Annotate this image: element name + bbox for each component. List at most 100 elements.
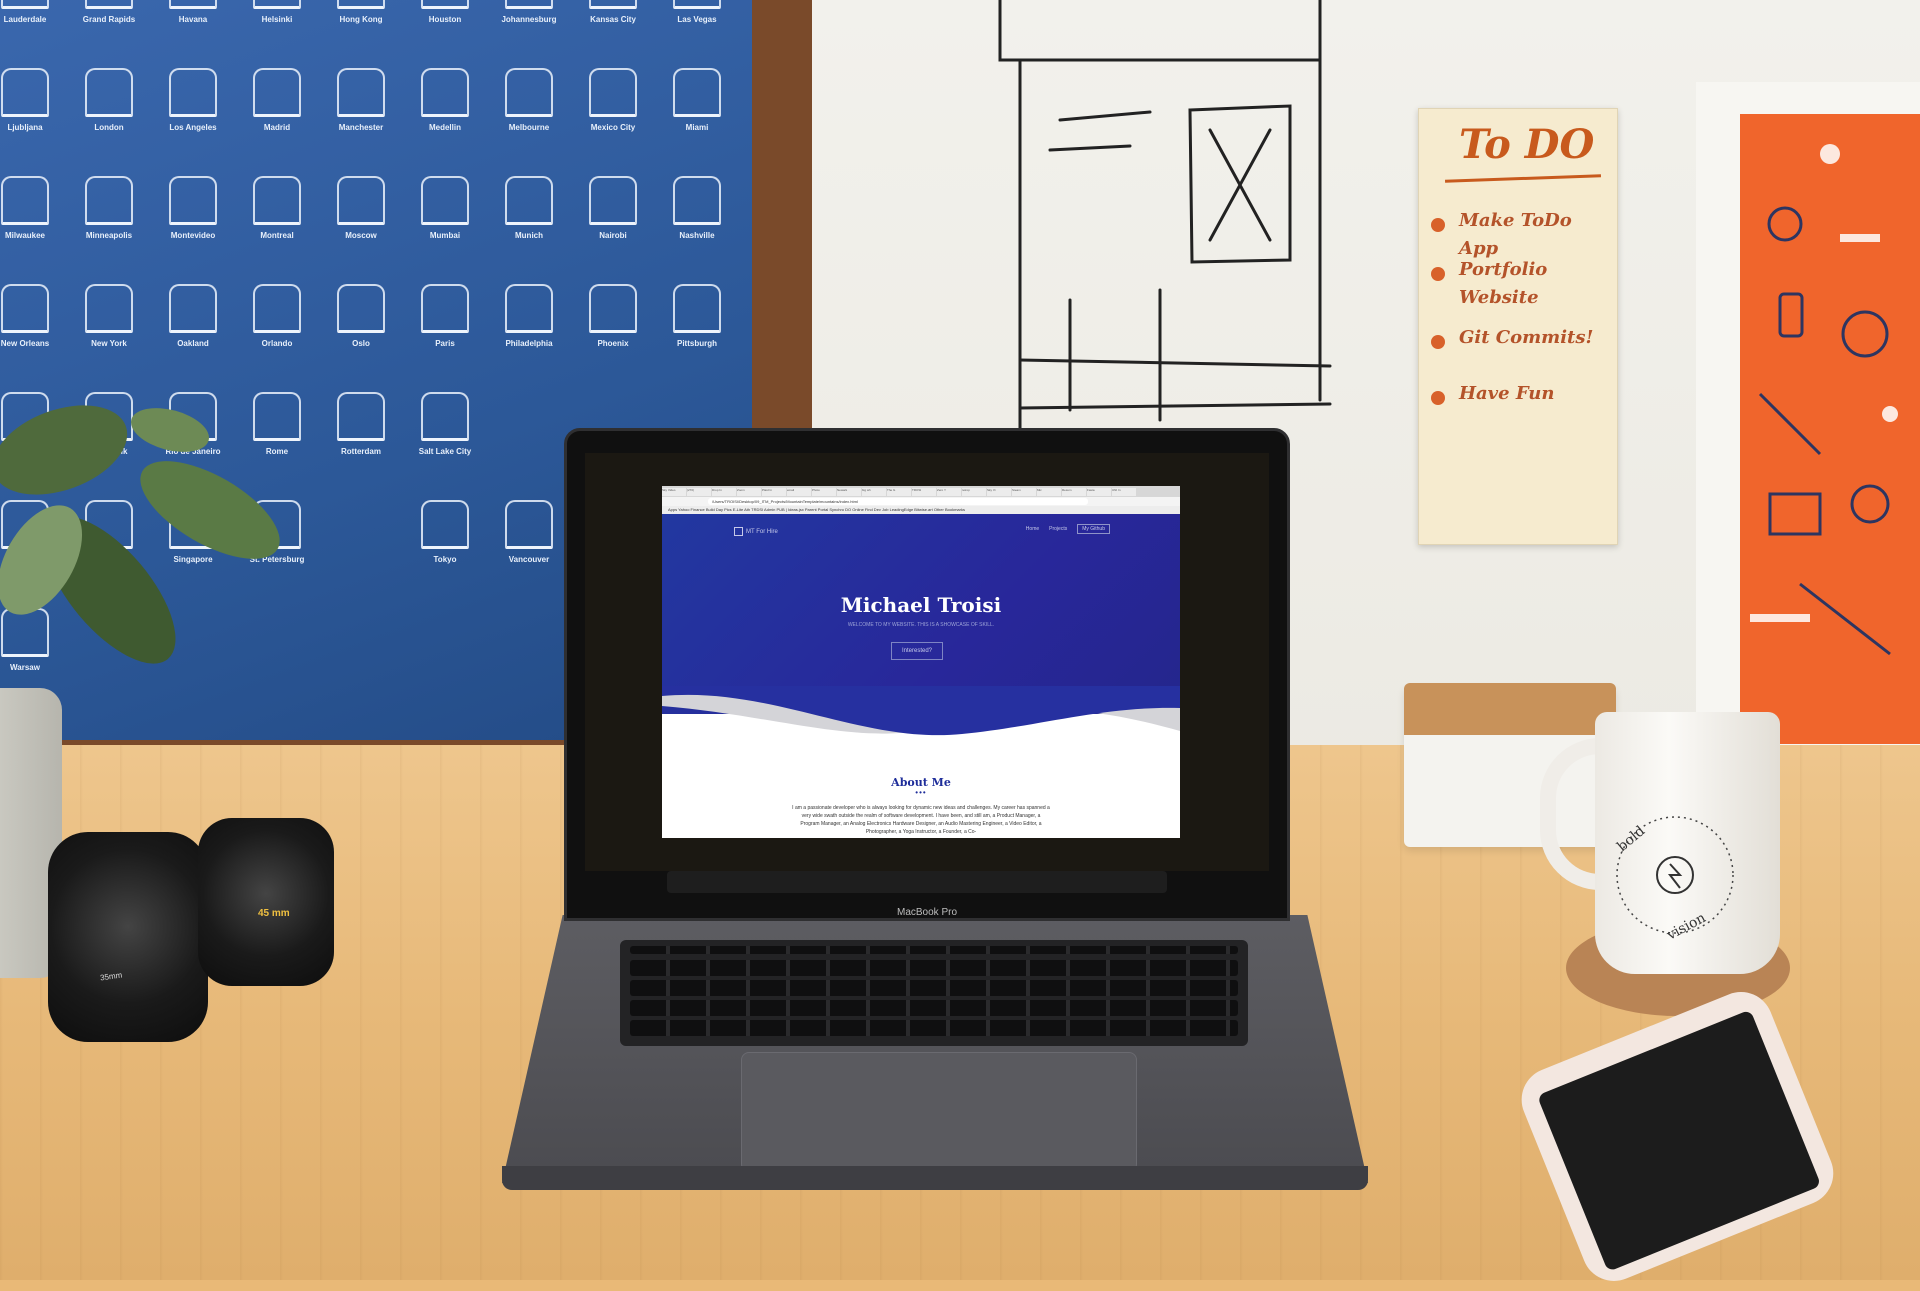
poster-city: Nairobi [568, 176, 658, 240]
landmark-icon [337, 0, 385, 9]
site-brand[interactable]: MT For Hire [734, 527, 778, 536]
poster-city: Tokyo [400, 500, 490, 564]
city-name: Lauderdale [3, 15, 47, 24]
landmark-icon [505, 0, 553, 9]
landmark-icon [505, 176, 553, 225]
browser-tab[interactable]: Sky Vi [987, 488, 1011, 496]
poster-city: Pittsburgh [652, 284, 742, 348]
browser-tab[interactable]: retrop [962, 488, 986, 496]
landmark-icon [505, 284, 553, 333]
mug-logo: bold vision [1614, 816, 1734, 944]
nav-github[interactable]: My Github [1077, 524, 1110, 534]
poster-city: Manchester [316, 68, 406, 132]
hero-subtitle: WELCOME TO MY WEBSITE. THIS IS A SHOWCAS… [847, 622, 995, 628]
poster-city: Rotterdam [316, 392, 406, 456]
browser-tab[interactable]: Resum [1062, 488, 1086, 496]
city-name: Moscow [345, 231, 377, 240]
browser-tab[interactable]: email [787, 488, 811, 496]
poster-city: Helsinki [232, 0, 322, 24]
city-name: Nairobi [599, 231, 627, 240]
browser-tab[interactable]: (270) [687, 488, 711, 496]
macos-dock [667, 871, 1167, 893]
interested-button[interactable]: Interested? [891, 642, 943, 660]
trackpad[interactable] [741, 1052, 1137, 1172]
mug-logo-text: vision [1663, 910, 1708, 944]
camera-lens [198, 818, 334, 986]
browser-tab[interactable]: big wh [862, 488, 886, 496]
browser-tab[interactable]: Newark [837, 488, 861, 496]
landmark-icon [337, 68, 385, 117]
poster-city: Medellin [400, 68, 490, 132]
city-name: Grand Rapids [82, 15, 136, 24]
browser-tab[interactable]: Photo [812, 488, 836, 496]
poster-city: Melbourne [484, 68, 574, 132]
browser-tab[interactable]: Sky Video [662, 488, 686, 496]
poster-city: Los Angeles [148, 68, 238, 132]
key-row [630, 1000, 1238, 1016]
poster-city: Orlando [232, 284, 322, 348]
landmark-icon [85, 284, 133, 333]
landmark-icon [337, 392, 385, 441]
browser-tab[interactable]: Plaid In [762, 488, 786, 496]
poster-city: Paris [400, 284, 490, 348]
poster-city: Miami [652, 68, 742, 132]
poster-city: Mexico City [568, 68, 658, 132]
city-name: Tokyo [433, 555, 457, 564]
city-name: Nashville [679, 231, 715, 240]
city-name: New York [91, 339, 127, 348]
landmark-icon [337, 284, 385, 333]
city-name: Orlando [261, 339, 293, 348]
nav-home[interactable]: Home [1026, 526, 1039, 534]
bullet-icon [1431, 218, 1445, 232]
city-name: Montevideo [170, 231, 216, 240]
bullet-icon [1431, 335, 1445, 349]
city-name: Melbourne [508, 123, 550, 132]
poster-city: Ljubljana [0, 68, 70, 132]
poster-city: Hong Kong [316, 0, 406, 24]
poster-city: Nashville [652, 176, 742, 240]
key-row [630, 980, 1238, 996]
landmark-icon [169, 68, 217, 117]
url-input[interactable]: /Users/TROISI/Desktop/09_ITM_Projects/Mo… [708, 498, 1088, 505]
landmark-icon [1, 176, 49, 225]
city-name: Vancouver [508, 555, 550, 564]
poster-city: Munich [484, 176, 574, 240]
site-nav: Home Projects My Github [1026, 524, 1110, 534]
city-name: Los Angeles [169, 123, 217, 132]
nav-projects[interactable]: Projects [1049, 526, 1067, 534]
browser-tab[interactable]: Zoom [737, 488, 761, 496]
landmark-icon [673, 284, 721, 333]
browser-tab[interactable]: Steam [1012, 488, 1036, 496]
poster-city: Havana [148, 0, 238, 24]
city-name: Havana [178, 15, 208, 24]
hero-wave [662, 686, 1180, 736]
bookmarks-bar[interactable]: Apps Yahoo Finance Build Day Pics E-Lite… [662, 506, 1180, 514]
landmark-icon [253, 0, 301, 9]
city-name: Munich [515, 231, 543, 240]
key-row [630, 1020, 1238, 1036]
keyboard [620, 940, 1248, 1046]
landmark-icon [589, 284, 637, 333]
city-name: Mumbai [429, 231, 461, 240]
browser-tab[interactable]: UNI In [1112, 488, 1136, 496]
browser-tab[interactable]: The G [887, 488, 911, 496]
browser-window: Sky Video (270) Drop In Zoom Plaid In email Ph… [662, 486, 1180, 838]
browser-tab[interactable]: Drop In [712, 488, 736, 496]
landmark-icon [1, 68, 49, 117]
poster-city: Milwaukee [0, 176, 70, 240]
browser-tab[interactable]: Fasta [1087, 488, 1111, 496]
todo-title: To DO [1459, 121, 1595, 168]
landmark-icon [421, 176, 469, 225]
landmark-icon [589, 0, 637, 9]
browser-tab[interactable]: Zero Y [937, 488, 961, 496]
poster-city: Houston [400, 0, 490, 24]
bullet-icon [1431, 391, 1445, 405]
browser-tab[interactable]: TROSI [912, 488, 936, 496]
landmark-icon [85, 0, 133, 9]
landmark-icon [421, 392, 469, 441]
landmark-icon [421, 500, 469, 549]
todo-item: Make ToDo App [1459, 210, 1572, 259]
poster-city: Vancouver [484, 500, 574, 564]
browser-tab[interactable]: Mic [1037, 488, 1061, 496]
mug-logo-text: bold [1614, 823, 1648, 855]
